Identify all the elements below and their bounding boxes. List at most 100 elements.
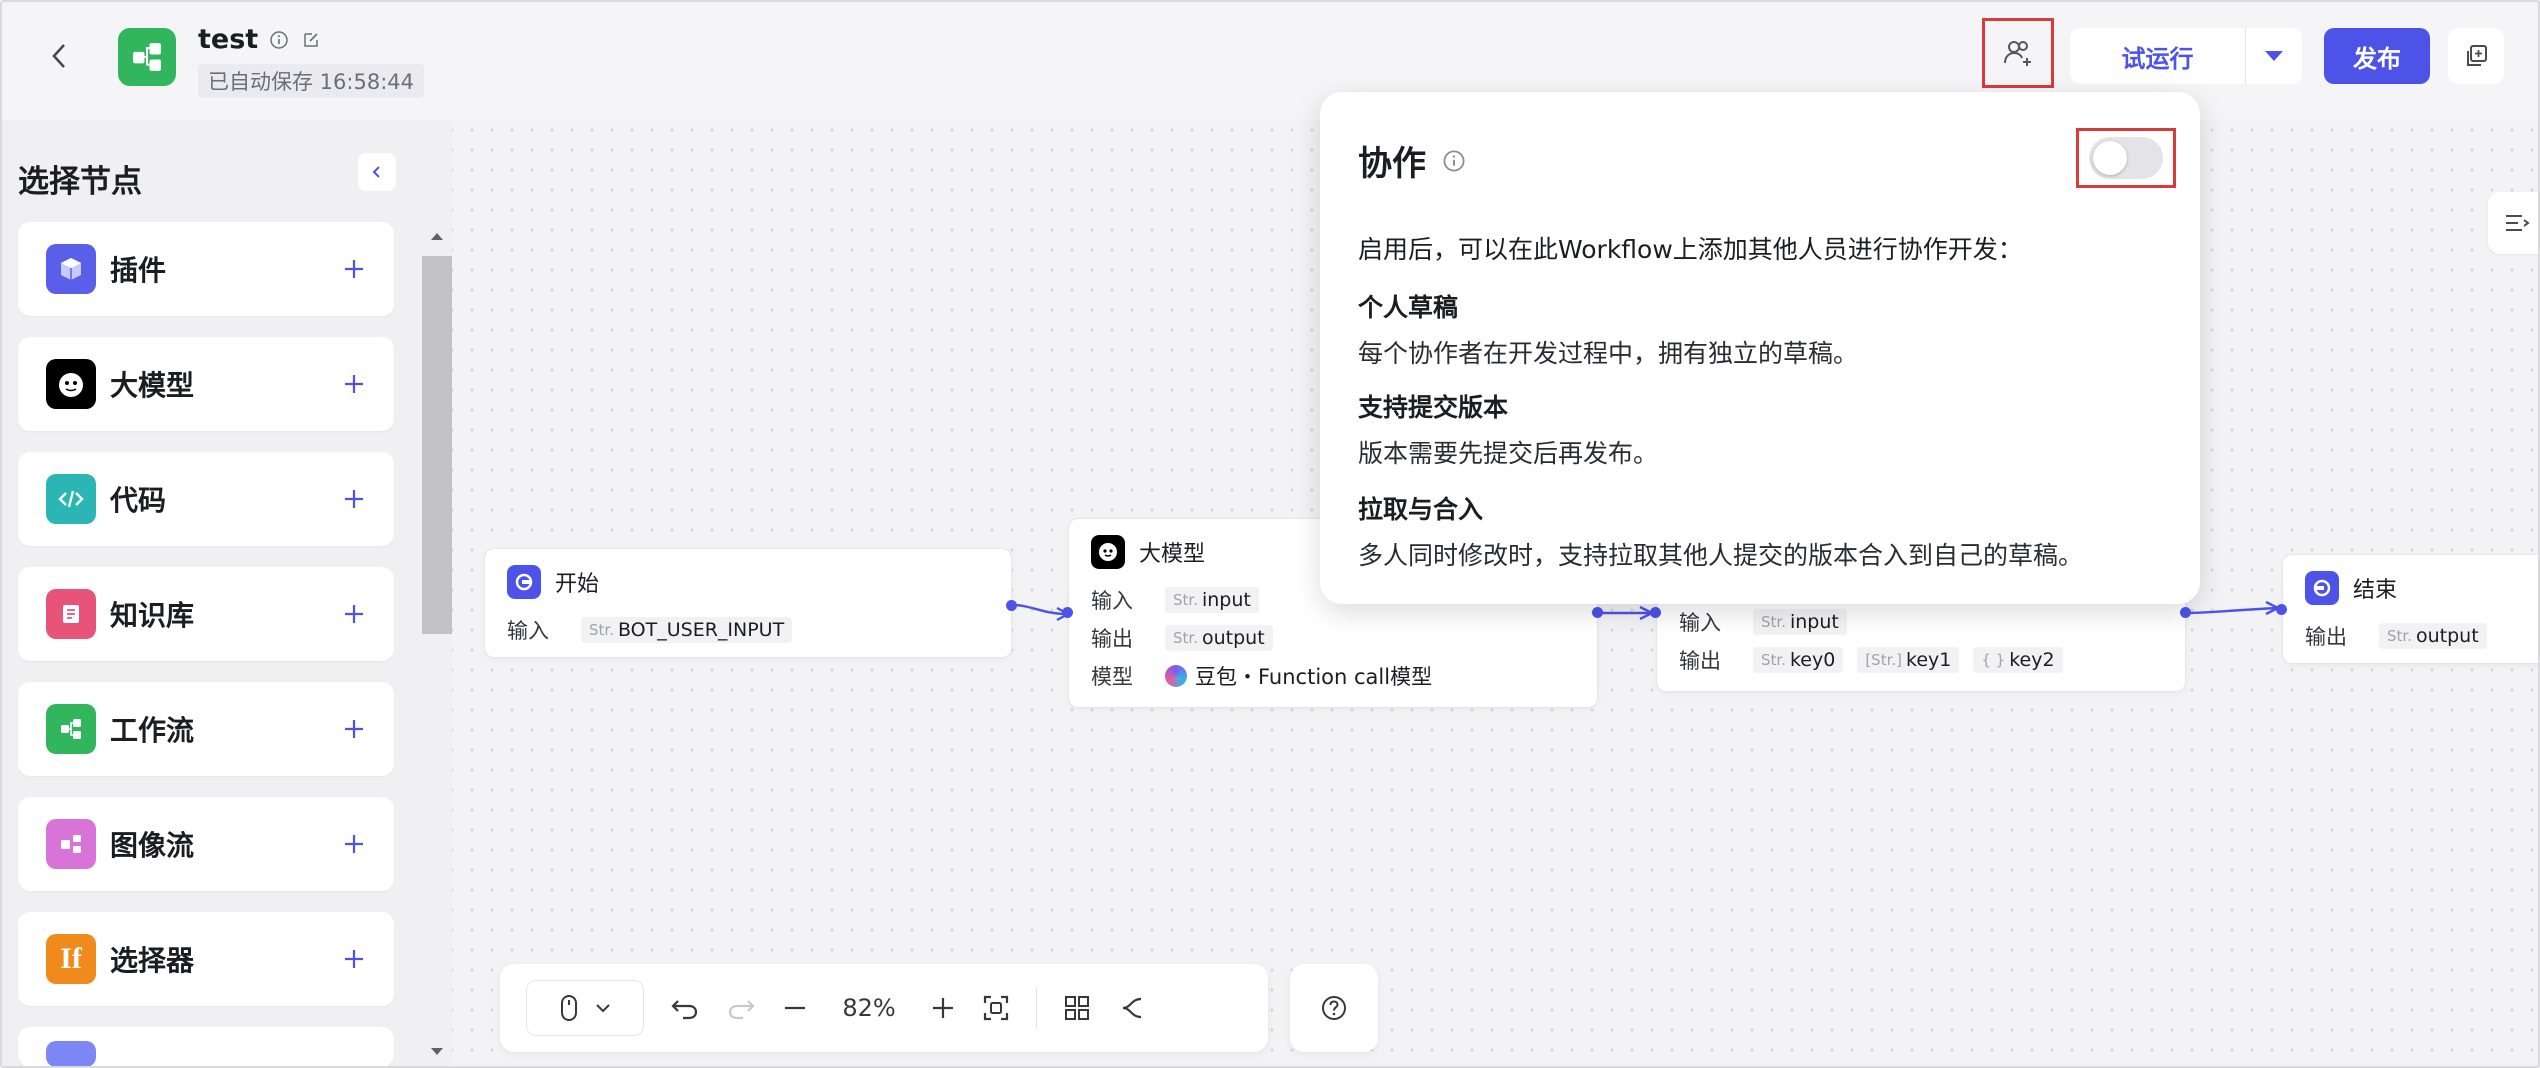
undo-icon xyxy=(671,1000,698,1020)
plus-icon[interactable] xyxy=(336,826,372,862)
scroll-up-icon[interactable] xyxy=(422,224,452,248)
start-output-port[interactable] xyxy=(1006,600,1017,611)
code-icon xyxy=(46,474,96,524)
panel-title: 选择节点 xyxy=(18,164,142,200)
mouse-icon xyxy=(561,995,577,1021)
workflow-app-icon xyxy=(118,28,176,86)
copy-button[interactable] xyxy=(2448,28,2504,84)
end-node[interactable]: 结束 输出 Str. output xyxy=(2282,554,2538,664)
section-desc: 每个协作者在开发过程中，拥有独立的草稿。 xyxy=(1358,339,1859,368)
grid-icon xyxy=(1065,996,1089,1020)
section-desc: 多人同时修改时，支持拉取其他人提交的版本合入到自己的草稿。 xyxy=(1358,541,2084,570)
node-item-knowledge[interactable]: 知识库 xyxy=(18,567,394,661)
chevron-left-icon xyxy=(372,166,380,178)
plus-icon[interactable] xyxy=(336,481,372,517)
back-button[interactable] xyxy=(40,36,80,76)
popover-section: 支持提交版本 版本需要先提交后再发布。 xyxy=(1358,388,1658,470)
help-button[interactable] xyxy=(1290,964,1378,1052)
llm-output-port[interactable] xyxy=(1592,607,1603,618)
caret-down-icon xyxy=(2265,51,2283,61)
model-logo-icon xyxy=(1165,665,1187,687)
toggle-track[interactable] xyxy=(2089,137,2163,179)
node-item-label: 插件 xyxy=(110,254,167,287)
test-run-button[interactable]: 试运行 xyxy=(2070,28,2246,84)
llm-input-label: 输入 xyxy=(1091,589,1133,613)
llm-icon xyxy=(46,359,96,409)
section-title: 个人草稿 xyxy=(1358,293,1459,322)
node-item-label: 工作流 xyxy=(110,714,195,747)
llm-model-label: 模型 xyxy=(1091,665,1133,689)
interaction-mode-select[interactable] xyxy=(526,980,644,1036)
fit-view-button[interactable] xyxy=(982,980,1010,1036)
info-icon[interactable] xyxy=(268,29,290,51)
end-input-port[interactable] xyxy=(2276,604,2287,615)
code-output-key1: [Str.] key1 xyxy=(1857,647,1960,673)
node-item-label: 大模型 xyxy=(110,369,195,402)
code-input-port[interactable] xyxy=(1650,607,1661,618)
plugin-icon xyxy=(46,244,96,294)
zoom-out-button[interactable] xyxy=(782,980,808,1036)
plus-icon[interactable] xyxy=(336,251,372,287)
chevron-left-icon xyxy=(52,44,65,68)
collaboration-toggle[interactable] xyxy=(2076,128,2176,188)
popover-section: 拉取与合入 多人同时修改时，支持拉取其他人提交的版本合入到自己的草稿。 xyxy=(1358,490,2083,572)
zoom-level[interactable]: 82% xyxy=(834,994,904,1022)
code-input-tag: Str. input xyxy=(1753,609,1847,635)
code-output-key2: { } key2 xyxy=(1973,647,2063,673)
node-item-plugin[interactable]: 插件 xyxy=(18,222,394,316)
start-node-title: 开始 xyxy=(555,572,600,597)
popover-title: 协作 xyxy=(1358,144,1426,184)
node-item-selector[interactable]: If 选择器 xyxy=(18,912,394,1006)
line-style-button[interactable] xyxy=(1117,980,1145,1036)
llm-output-tag: Str. output xyxy=(1165,625,1273,651)
node-item-workflow[interactable]: 工作流 xyxy=(18,682,394,776)
llm-node-icon xyxy=(1091,535,1125,569)
test-run-dropdown[interactable] xyxy=(2246,28,2302,84)
panel-scrollbar[interactable] xyxy=(422,224,452,1064)
scroll-thumb[interactable] xyxy=(422,256,452,634)
zoom-in-button[interactable] xyxy=(930,980,956,1036)
plus-icon[interactable] xyxy=(336,711,372,747)
side-panel-button[interactable] xyxy=(2488,192,2538,254)
toolbar-divider xyxy=(1036,987,1037,1029)
info-icon[interactable] xyxy=(1442,149,1466,173)
node-panel: 选择节点 插件 大模型 代码 知识库 工作流 图像流 If 选择器 xyxy=(2,120,452,1066)
node-item-llm[interactable]: 大模型 xyxy=(18,337,394,431)
minus-icon xyxy=(785,1006,805,1010)
collaboration-button[interactable] xyxy=(1982,18,2054,88)
plus-icon[interactable] xyxy=(336,596,372,632)
llm-input-port[interactable] xyxy=(1062,607,1073,618)
llm-model-value: 豆包・Function call模型 xyxy=(1195,665,1433,689)
redo-icon xyxy=(728,1000,755,1020)
selector-icon: If xyxy=(46,934,96,984)
plus-icon[interactable] xyxy=(336,366,372,402)
chevron-down-icon xyxy=(596,1004,610,1013)
start-node[interactable]: 开始 输入 Str. BOT_USER_INPUT xyxy=(484,548,1012,658)
list-icon xyxy=(2506,215,2530,231)
start-input-tag: Str. BOT_USER_INPUT xyxy=(581,617,793,643)
imageflow-icon xyxy=(46,819,96,869)
code-output-port[interactable] xyxy=(2180,607,2191,618)
node-item-code[interactable]: 代码 xyxy=(18,452,394,546)
publish-button[interactable]: 发布 xyxy=(2324,28,2430,84)
collaboration-popover: 协作 启用后，可以在此Workflow上添加其他人员进行协作开发： 个人草稿 每… xyxy=(1320,92,2200,604)
edit-icon[interactable] xyxy=(300,29,322,51)
popover-section: 个人草稿 每个协作者在开发过程中，拥有独立的草稿。 xyxy=(1358,288,1858,370)
workflow-title: test xyxy=(198,24,259,55)
panel-collapse-button[interactable] xyxy=(358,153,396,191)
llm-input-tag: Str. input xyxy=(1165,587,1259,613)
undo-button[interactable] xyxy=(670,980,700,1036)
plus-icon xyxy=(933,998,953,1018)
node-item-partial[interactable] xyxy=(18,1027,394,1066)
plus-icon[interactable] xyxy=(336,941,372,977)
redo-button[interactable] xyxy=(726,980,756,1036)
fit-view-icon xyxy=(983,995,1009,1021)
help-icon xyxy=(1322,996,1346,1020)
section-title: 支持提交版本 xyxy=(1358,393,1509,422)
scroll-down-icon[interactable] xyxy=(422,1040,452,1064)
node-item-imageflow[interactable]: 图像流 xyxy=(18,797,394,891)
knowledge-icon xyxy=(46,589,96,639)
node-item-label: 选择器 xyxy=(110,944,195,977)
node-item-label: 知识库 xyxy=(110,599,195,632)
auto-layout-button[interactable] xyxy=(1063,980,1091,1036)
